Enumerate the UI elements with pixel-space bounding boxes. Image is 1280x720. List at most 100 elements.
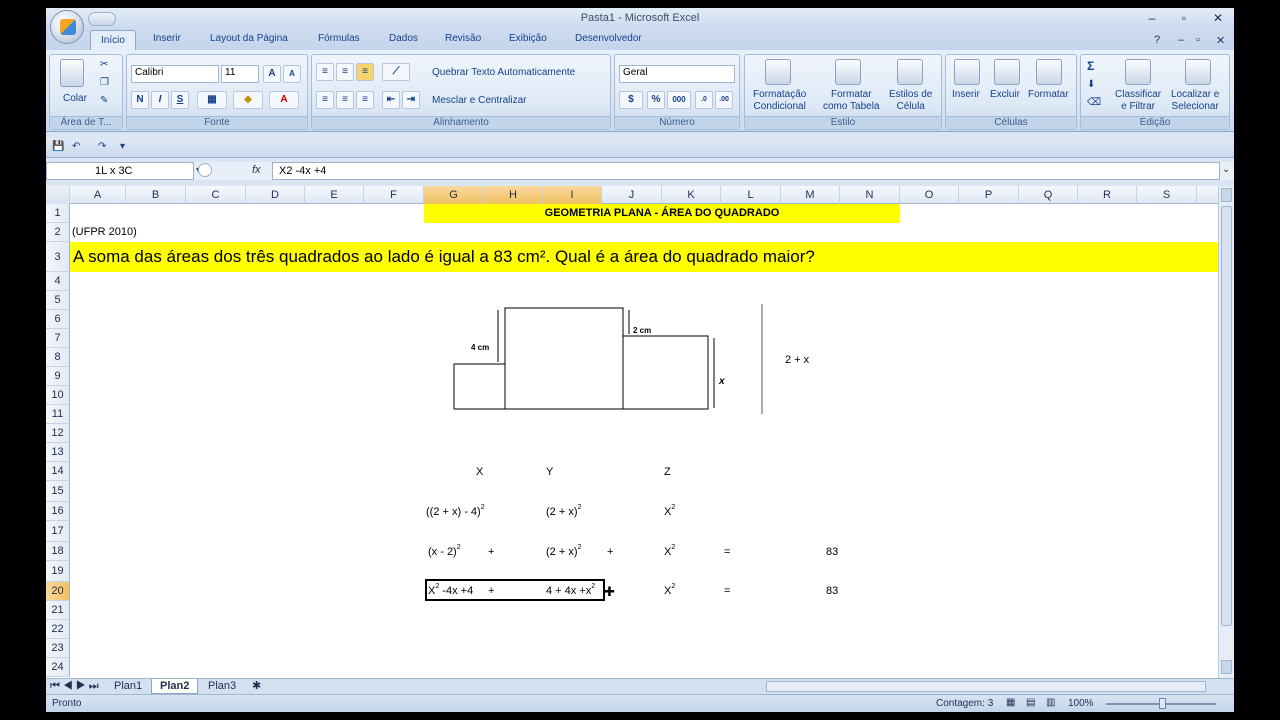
decrease-decimal-icon[interactable]: .00	[715, 91, 733, 109]
col-header-b[interactable]: B	[126, 186, 186, 204]
col-header-k[interactable]: K	[662, 186, 721, 204]
row-header-7[interactable]: 7	[46, 329, 70, 348]
format-cells-button[interactable]: Formatar	[1028, 89, 1069, 100]
row-header-2[interactable]: 2	[46, 223, 70, 242]
fill-icon[interactable]: ⬇	[1087, 79, 1095, 90]
formula-input[interactable]: X2 -4x +4	[272, 162, 1220, 180]
view-pagebreak-icon[interactable]: ▥	[1046, 697, 1055, 708]
copy-icon[interactable]: ❐	[100, 77, 109, 88]
new-sheet-icon[interactable]: ✱	[244, 679, 269, 694]
col-header-r[interactable]: R	[1078, 186, 1137, 204]
close-icon[interactable]: ✕	[1208, 11, 1228, 25]
row-header-4[interactable]: 4	[46, 272, 70, 291]
scroll-thumb[interactable]	[1221, 206, 1232, 626]
row-header-22[interactable]: 22	[46, 620, 70, 639]
col-header-e[interactable]: E	[305, 186, 364, 204]
restore-icon[interactable]: ▫	[1174, 11, 1194, 25]
row-header-14[interactable]: 14	[46, 462, 70, 481]
col-header-g[interactable]: G	[424, 186, 484, 204]
tab-formulas[interactable]: Fórmulas	[318, 33, 360, 44]
col-header-n[interactable]: N	[840, 186, 900, 204]
delete-cells-button[interactable]: Excluir	[990, 89, 1020, 100]
col-header-l[interactable]: L	[721, 186, 781, 204]
row-header-21[interactable]: 21	[46, 601, 70, 620]
row-header-20[interactable]: 20	[46, 582, 70, 601]
align-middle-icon[interactable]: ≡	[336, 63, 354, 81]
view-layout-icon[interactable]: ▤	[1026, 697, 1035, 708]
increase-indent-icon[interactable]: ⇥	[402, 91, 420, 109]
conditional-format-button[interactable]: Formatação Condicional	[753, 89, 806, 113]
font-name-select[interactable]: Calibri	[131, 65, 219, 83]
italic-button[interactable]: I	[151, 91, 169, 109]
find-select-button[interactable]: Localizar e Selecionar	[1171, 89, 1219, 113]
merge-center-button[interactable]: Mesclar e Centralizar	[432, 95, 526, 106]
col-header-p[interactable]: P	[959, 186, 1019, 204]
wrap-text-button[interactable]: Quebrar Texto Automaticamente	[432, 67, 575, 78]
currency-icon[interactable]: $	[619, 91, 643, 109]
row-header-18[interactable]: 18	[46, 542, 70, 561]
number-format-select[interactable]: Geral	[619, 65, 735, 83]
sheet-tab-plan3[interactable]: Plan3	[200, 679, 244, 694]
increase-decimal-icon[interactable]: .0	[695, 91, 713, 109]
select-all-corner[interactable]	[46, 186, 70, 204]
paste-label[interactable]: Colar	[63, 93, 87, 104]
col-header-c[interactable]: C	[186, 186, 246, 204]
format-cells-icon[interactable]	[1036, 59, 1062, 85]
orientation-icon[interactable]: ⟋	[382, 63, 410, 81]
ws-minimize-icon[interactable]: –	[1178, 34, 1184, 46]
tab-dados[interactable]: Dados	[389, 33, 418, 44]
font-color-icon[interactable]: A	[269, 91, 299, 109]
col-header-o[interactable]: O	[900, 186, 959, 204]
help-icon[interactable]: ?	[1154, 34, 1160, 46]
vertical-scrollbar[interactable]	[1218, 186, 1234, 678]
undo-icon[interactable]: ↶	[72, 141, 80, 152]
cell-styles-button[interactable]: Estilos de Célula	[889, 89, 932, 113]
row-header-12[interactable]: 12	[46, 424, 70, 443]
row-header-5[interactable]: 5	[46, 291, 70, 310]
align-left-icon[interactable]: ≡	[316, 91, 334, 109]
sheet-nav-icon[interactable]: ⏮ ◀ ▶ ⏭	[46, 679, 103, 694]
sheet-tab-plan1[interactable]: Plan1	[106, 679, 150, 694]
find-select-icon[interactable]	[1185, 59, 1211, 85]
align-top-icon[interactable]: ≡	[316, 63, 334, 81]
row-header-8[interactable]: 8	[46, 348, 70, 367]
borders-icon[interactable]: ▦	[197, 91, 227, 109]
horizontal-scrollbar[interactable]	[766, 681, 1206, 692]
align-bottom-icon[interactable]: ≡	[356, 63, 374, 81]
row-header-19[interactable]: 19	[46, 561, 70, 582]
insert-cells-button[interactable]: Inserir	[952, 89, 980, 100]
align-center-icon[interactable]: ≡	[336, 91, 354, 109]
sort-filter-button[interactable]: Classificar e Filtrar	[1115, 89, 1161, 113]
redo-icon[interactable]: ↷	[98, 141, 106, 152]
col-header-q[interactable]: Q	[1019, 186, 1078, 204]
row-header-15[interactable]: 15	[46, 481, 70, 502]
row-header-13[interactable]: 13	[46, 443, 70, 462]
col-header-f[interactable]: F	[364, 186, 424, 204]
customize-qat-icon[interactable]: ▾	[120, 141, 125, 152]
col-header-s[interactable]: S	[1137, 186, 1197, 204]
row-header-11[interactable]: 11	[46, 405, 70, 424]
tab-inserir[interactable]: Inserir	[153, 33, 181, 44]
scroll-down-icon[interactable]	[1221, 660, 1232, 674]
delete-cells-icon[interactable]	[994, 59, 1020, 85]
col-header-m[interactable]: M	[781, 186, 840, 204]
col-header-a[interactable]: A	[70, 186, 126, 204]
paste-icon[interactable]	[60, 59, 84, 87]
col-header-j[interactable]: J	[602, 186, 662, 204]
worksheet-grid[interactable]: A B C D E F G H I J K L M N O P Q R S 1 …	[46, 186, 1218, 678]
format-table-button[interactable]: Formatar como Tabela	[823, 89, 880, 113]
save-icon[interactable]: 💾	[52, 141, 64, 152]
clear-icon[interactable]: ⌫	[1087, 97, 1101, 108]
shrink-font-icon[interactable]: A	[283, 65, 301, 83]
col-header-d[interactable]: D	[246, 186, 305, 204]
insert-cells-icon[interactable]	[954, 59, 980, 85]
thousands-icon[interactable]: 000	[667, 91, 691, 109]
row-header-17[interactable]: 17	[46, 521, 70, 542]
align-right-icon[interactable]: ≡	[356, 91, 374, 109]
ws-close-icon[interactable]: ✕	[1216, 34, 1225, 47]
row-header-24[interactable]: 24	[46, 658, 70, 677]
tab-exibicao[interactable]: Exibição	[509, 33, 547, 44]
cut-icon[interactable]: ✂	[100, 59, 108, 70]
scroll-up-icon[interactable]	[1221, 188, 1232, 202]
tab-inicio[interactable]: Início	[90, 30, 136, 51]
